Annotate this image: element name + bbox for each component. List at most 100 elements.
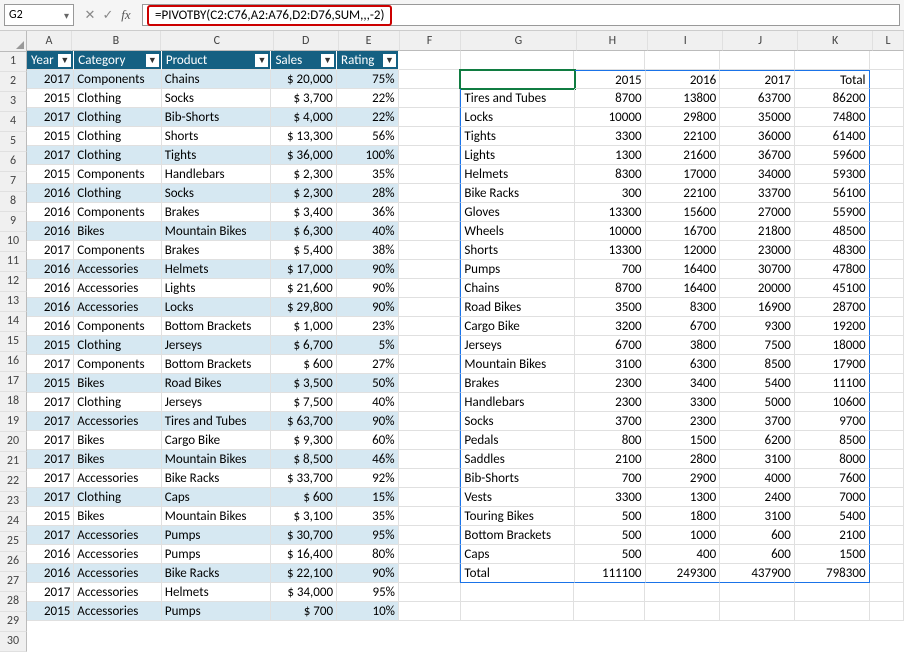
filter-dropdown-icon[interactable]: ▼ xyxy=(383,54,396,67)
cell-L11[interactable] xyxy=(870,241,904,260)
table-header-category[interactable]: Category▼ xyxy=(74,51,162,70)
cell-A6[interactable]: 2017 xyxy=(27,146,74,165)
cell-D30[interactable]: $ 700 xyxy=(271,602,337,621)
cell-B4[interactable]: Clothing xyxy=(74,108,161,127)
cell-K27[interactable]: 1500 xyxy=(795,545,870,564)
cell-E4[interactable]: 22% xyxy=(337,108,399,127)
cell-H15[interactable]: 3200 xyxy=(575,317,646,336)
cell-H9[interactable]: 13300 xyxy=(575,203,646,222)
cell-I2[interactable]: 2016 xyxy=(646,70,721,89)
cell-H21[interactable]: 800 xyxy=(575,431,646,450)
table-header-product[interactable]: Product▼ xyxy=(162,51,272,70)
cell-F10[interactable] xyxy=(399,222,461,241)
cell-I29[interactable] xyxy=(645,583,720,602)
cell-B30[interactable]: Accessories xyxy=(74,602,162,621)
row-header-30[interactable]: 30 xyxy=(0,632,27,652)
cell-C11[interactable]: Brakes xyxy=(162,241,271,260)
cell-C9[interactable]: Brakes xyxy=(162,203,271,222)
row-header-23[interactable]: 23 xyxy=(0,492,27,512)
cell-D19[interactable]: $ 7,500 xyxy=(271,393,337,412)
cell-G30[interactable] xyxy=(461,602,574,621)
filter-dropdown-icon[interactable]: ▼ xyxy=(255,54,268,67)
row-header-13[interactable]: 13 xyxy=(0,292,27,312)
cell-C3[interactable]: Socks xyxy=(162,89,271,108)
cell-G18[interactable]: Brakes xyxy=(460,374,574,393)
cell-L20[interactable] xyxy=(870,412,904,431)
cell-H20[interactable]: 3700 xyxy=(575,412,646,431)
cell-L14[interactable] xyxy=(870,298,904,317)
cell-H23[interactable]: 700 xyxy=(575,469,646,488)
cell-B11[interactable]: Components xyxy=(74,241,161,260)
cell-I7[interactable]: 17000 xyxy=(646,165,721,184)
cell-D23[interactable]: $ 33,700 xyxy=(271,469,337,488)
cell-K10[interactable]: 48500 xyxy=(795,222,870,241)
cell-H30[interactable] xyxy=(574,602,645,621)
cell-A20[interactable]: 2017 xyxy=(27,412,74,431)
cell-B15[interactable]: Components xyxy=(74,317,161,336)
cell-G21[interactable]: Pedals xyxy=(460,431,574,450)
cell-J19[interactable]: 5000 xyxy=(720,393,795,412)
table-header-sales[interactable]: Sales▼ xyxy=(271,51,337,70)
cell-L9[interactable] xyxy=(870,203,904,222)
cell-F2[interactable] xyxy=(399,70,461,89)
cell-K6[interactable]: 59600 xyxy=(795,146,870,165)
column-header-H[interactable]: H xyxy=(577,31,648,51)
cell-H14[interactable]: 3500 xyxy=(575,298,646,317)
cell-L12[interactable] xyxy=(870,260,904,279)
cell-K2[interactable]: Total xyxy=(795,70,870,89)
filter-dropdown-icon[interactable]: ▼ xyxy=(146,54,159,67)
cell-A30[interactable]: 2015 xyxy=(27,602,74,621)
cell-G19[interactable]: Handlebars xyxy=(460,393,574,412)
cell-C22[interactable]: Mountain Bikes xyxy=(162,450,271,469)
cell-B22[interactable]: Bikes xyxy=(74,450,161,469)
cell-L7[interactable] xyxy=(870,165,904,184)
cell-I17[interactable]: 6300 xyxy=(646,355,721,374)
cell-G17[interactable]: Mountain Bikes xyxy=(460,355,574,374)
cell-K14[interactable]: 28700 xyxy=(795,298,870,317)
cell-L16[interactable] xyxy=(870,336,904,355)
cell-E17[interactable]: 27% xyxy=(337,355,399,374)
cell-G10[interactable]: Wheels xyxy=(460,222,574,241)
cell-H5[interactable]: 3300 xyxy=(575,127,646,146)
cell-G2[interactable] xyxy=(460,70,574,89)
cell-K7[interactable]: 59300 xyxy=(795,165,870,184)
cell-C15[interactable]: Bottom Brackets xyxy=(162,317,271,336)
cell-B24[interactable]: Clothing xyxy=(74,488,161,507)
row-header-16[interactable]: 16 xyxy=(0,352,27,372)
cell-K15[interactable]: 19200 xyxy=(795,317,870,336)
cell-F11[interactable] xyxy=(399,241,461,260)
cell-I28[interactable]: 249300 xyxy=(646,564,721,583)
cell-G13[interactable]: Chains xyxy=(460,279,574,298)
cell-J12[interactable]: 30700 xyxy=(720,260,795,279)
cell-D3[interactable]: $ 3,700 xyxy=(271,89,337,108)
accept-icon[interactable]: ✓ xyxy=(100,8,116,23)
table-header-year[interactable]: Year▼ xyxy=(27,51,74,70)
cell-L4[interactable] xyxy=(870,108,904,127)
cell-J10[interactable]: 21800 xyxy=(720,222,795,241)
cell-A27[interactable]: 2016 xyxy=(27,545,74,564)
cell-G12[interactable]: Pumps xyxy=(460,260,574,279)
cell-J11[interactable]: 23000 xyxy=(720,241,795,260)
cell-A11[interactable]: 2017 xyxy=(27,241,74,260)
cell-C18[interactable]: Road Bikes xyxy=(162,374,271,393)
cell-E10[interactable]: 40% xyxy=(337,222,399,241)
cell-L25[interactable] xyxy=(870,507,904,526)
cell-K4[interactable]: 74800 xyxy=(795,108,870,127)
cell-B9[interactable]: Components xyxy=(74,203,161,222)
cell-B27[interactable]: Accessories xyxy=(74,545,161,564)
cell-J8[interactable]: 33700 xyxy=(720,184,795,203)
cell-D18[interactable]: $ 3,500 xyxy=(271,374,337,393)
cell-A16[interactable]: 2015 xyxy=(27,336,74,355)
cell-J18[interactable]: 5400 xyxy=(720,374,795,393)
cell-J29[interactable] xyxy=(720,583,795,602)
cell-I6[interactable]: 21600 xyxy=(646,146,721,165)
cell-D26[interactable]: $ 30,700 xyxy=(271,526,337,545)
cell-C29[interactable]: Helmets xyxy=(162,583,272,602)
cell-E27[interactable]: 80% xyxy=(337,545,399,564)
column-header-I[interactable]: I xyxy=(648,31,723,51)
cell-E15[interactable]: 23% xyxy=(337,317,399,336)
cell-G24[interactable]: Vests xyxy=(460,488,574,507)
cell-C2[interactable]: Chains xyxy=(162,70,271,89)
cell-E22[interactable]: 46% xyxy=(337,450,399,469)
cell-F27[interactable] xyxy=(399,545,461,564)
